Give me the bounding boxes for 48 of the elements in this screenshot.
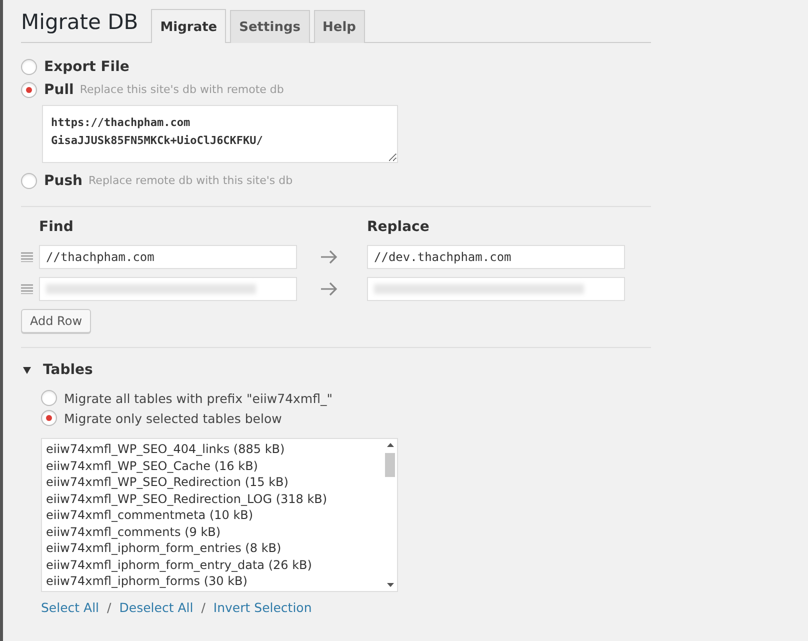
text-field[interactable]: //dev.thachpham.com — [367, 245, 625, 269]
list-item[interactable]: eiiw74xmfl_commentmeta (10 kB) — [46, 507, 379, 524]
drag-handle-icon[interactable] — [21, 252, 33, 262]
option-label: Pull — [44, 82, 74, 98]
scroll-up-icon[interactable] — [386, 443, 394, 447]
option-label: Migrate only selected tables below — [64, 410, 282, 426]
tab[interactable]: Settings — [230, 10, 310, 43]
separator: / — [201, 600, 206, 615]
radio-button[interactable] — [21, 82, 37, 98]
blurred-field[interactable] — [367, 277, 625, 301]
add-row-button[interactable]: Add Row — [21, 309, 92, 333]
option-description: Replace this site's db with remote db — [80, 83, 284, 96]
list-item[interactable]: eiiw74xmfl_iphorm_form_entry_data (26 kB) — [46, 556, 379, 573]
table-list[interactable] — [41, 438, 398, 592]
link[interactable]: Invert Selection — [213, 600, 312, 615]
arrow-icon — [320, 282, 338, 296]
radio-button[interactable] — [21, 172, 37, 188]
section-heading: Tables — [43, 362, 93, 378]
arrow-icon — [320, 250, 338, 264]
column-heading: Find — [39, 219, 74, 235]
separator: / — [107, 600, 112, 615]
list-item[interactable]: eiiw74xmfl_WP_SEO_Cache (16 kB) — [46, 458, 379, 474]
scroll-down-icon[interactable] — [386, 583, 394, 587]
list-item[interactable]: eiiw74xmfl_comments (9 kB) — [46, 524, 379, 540]
list-item[interactable]: eiiw74xmfl_iphorm_forms (30 kB) — [46, 573, 379, 590]
list-item[interactable]: eiiw74xmfl_iphorm_form_entries (8 kB) — [46, 540, 379, 556]
list-item[interactable]: eiiw74xmfl_WP_SEO_404_links (885 kB) — [46, 441, 379, 458]
link[interactable]: Select All — [41, 600, 100, 615]
option-label: Push — [44, 172, 83, 188]
connection-info-field[interactable]: https://thachpham.com GisaJJUSk85FN5MKCk+UioClJ6CKFKU/ — [42, 105, 398, 163]
column-heading: Replace — [367, 219, 430, 235]
drag-handle-icon[interactable] — [21, 284, 33, 294]
option-label: Migrate all tables with prefix "eiiw74xmfl_" — [64, 390, 332, 406]
list-item[interactable]: eiiw74xmfl_WP_SEO_Redirection (15 kB) — [46, 474, 379, 490]
triangle-icon[interactable] — [23, 366, 31, 374]
page-title: Migrate DB — [21, 10, 138, 34]
radio-button[interactable] — [41, 390, 57, 406]
tab[interactable]: Help — [314, 10, 365, 43]
text-field[interactable]: //thachpham.com — [39, 245, 297, 269]
radio-button[interactable] — [41, 410, 57, 426]
radio-button[interactable] — [21, 58, 37, 74]
list-item[interactable]: eiiw74xmfl_WP_SEO_Redirection_LOG (318 kB) — [46, 490, 379, 507]
tab[interactable]: Migrate — [151, 9, 226, 43]
blurred-field[interactable] — [39, 277, 297, 301]
scrollbar-thumb[interactable] — [385, 453, 395, 477]
link[interactable]: Deselect All — [119, 600, 194, 615]
option-label: Export File — [44, 58, 130, 74]
option-description: Replace remote db with this site's db — [88, 174, 293, 187]
